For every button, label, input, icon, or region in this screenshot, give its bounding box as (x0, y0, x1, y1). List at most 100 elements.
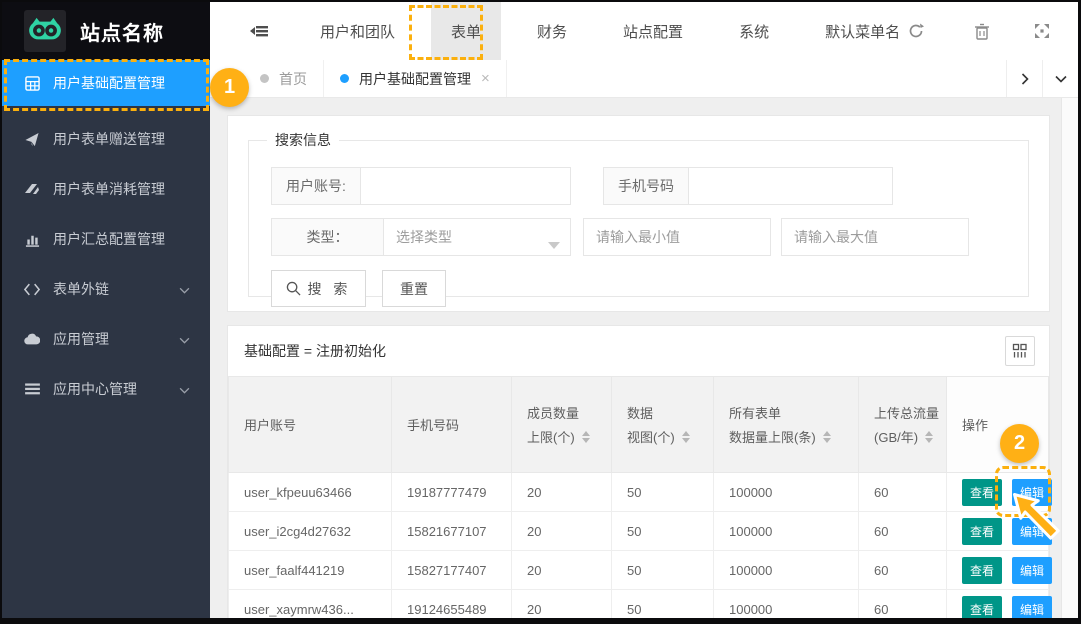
cloud-icon (24, 331, 40, 347)
table-cell: user_kfpeuu63466 (229, 473, 392, 512)
tab-1[interactable]: 用户基础配置管理 × (324, 60, 507, 97)
chevron-down-icon[interactable] (1042, 60, 1078, 97)
list-icon (24, 381, 40, 397)
sidebar-item-6[interactable]: 应用中心管理 (2, 364, 210, 414)
table-cell: 19124655489 (392, 590, 512, 624)
nav-item-2[interactable]: 财务 (517, 2, 587, 60)
table-body: user_kfpeuu6346619187777479205010000060查… (229, 473, 1049, 624)
column-header-5[interactable]: 上传总流量(GB/年) (859, 377, 947, 473)
account-input[interactable] (361, 168, 570, 204)
sort-icon[interactable] (582, 431, 590, 443)
collapse-menu-icon[interactable] (210, 2, 292, 60)
view-button[interactable]: 查看 (962, 479, 1002, 506)
search-row-2: 类型： 选择类型 (271, 218, 1014, 256)
nav-item-0[interactable]: 用户和团队 (300, 2, 415, 60)
column-header-1: 手机号码 (392, 377, 512, 473)
nav-item-4[interactable]: 系统 (719, 2, 789, 60)
table-cell: 100000 (714, 551, 859, 590)
table-row-3: user_xaymrw436...19124655489205010000060… (229, 590, 1049, 624)
type-group: 类型： 选择类型 (271, 218, 571, 256)
user-menu[interactable]: admin (1072, 2, 1081, 60)
table-row-2: user_faalf44121915827177407205010000060查… (229, 551, 1049, 590)
edit-button[interactable]: 编辑 (1012, 557, 1052, 584)
column-header-4[interactable]: 所有表单数据量上限(条) (714, 377, 859, 473)
account-label: 用户账号: (272, 168, 361, 204)
search-row-1: 用户账号: 手机号码 (271, 167, 1014, 205)
chevron-right-icon[interactable] (1006, 60, 1042, 97)
table-row-0: user_kfpeuu6346619187777479205010000060查… (229, 473, 1049, 512)
table-cell: 20 (512, 512, 612, 551)
table-head: 用户账号手机号码成员数量上限(个)数据视图(个)所有表单数据量上限(条)上传总流… (229, 377, 1049, 473)
close-icon[interactable]: × (481, 70, 490, 87)
refresh-icon[interactable] (908, 23, 924, 39)
chevron-down-icon (179, 381, 190, 397)
view-button[interactable]: 查看 (962, 557, 1002, 584)
min-value-input[interactable] (583, 218, 771, 256)
sidebar-item-5[interactable]: 应用管理 (2, 314, 210, 364)
fullscreen-icon[interactable] (1012, 2, 1072, 60)
grid-icon (24, 75, 40, 91)
chevron-down-icon (179, 281, 190, 297)
column-settings-icon (1012, 343, 1028, 359)
nav-item-3[interactable]: 站点配置 (603, 2, 703, 60)
type-label: 类型： (272, 219, 384, 255)
tab-0[interactable]: 首页 (244, 60, 324, 97)
table-cell: 100000 (714, 473, 859, 512)
type-select-value: 选择类型 (396, 227, 452, 247)
app-window: 站点名称 用户和团队表单财务站点配置系统默认菜单名admin 用户基础配置管理 … (0, 0, 1081, 624)
table-title: 基础配置 = 注册初始化 (244, 341, 386, 361)
edit-button[interactable]: 编辑 (1012, 479, 1052, 506)
phone-input[interactable] (689, 168, 892, 204)
sort-icon[interactable] (823, 431, 831, 443)
sort-icon[interactable] (682, 431, 690, 443)
table-cell: 60 (859, 590, 947, 624)
search-button[interactable]: 搜 索 (271, 270, 366, 307)
sidebar-item-4[interactable]: 表单外链 (2, 264, 210, 314)
nav-item-5[interactable]: 默认菜单名 (805, 2, 944, 60)
max-value-input[interactable] (781, 218, 969, 256)
tab-bar: 首页 用户基础配置管理 × (210, 60, 1078, 98)
sidebar-item-0[interactable]: 用户基础配置管理 (2, 60, 210, 106)
table-cell: 100000 (714, 512, 859, 551)
sidebar-item-3[interactable]: 用户汇总配置管理 (2, 214, 210, 264)
scrollbar-track[interactable] (1061, 98, 1078, 618)
sort-icon[interactable] (925, 431, 933, 443)
top-nav: 用户和团队表单财务站点配置系统默认菜单名 admin (210, 2, 1081, 60)
view-button[interactable]: 查看 (962, 596, 1002, 623)
main-content: 搜索信息 用户账号: 手机号码 类型： 选择类型 (210, 98, 1078, 618)
sidebar-item-2[interactable]: 用户表单消耗管理 (2, 164, 210, 214)
tab-status-dot (260, 74, 269, 83)
tab-bar-lead (210, 60, 244, 97)
table-cell: 60 (859, 473, 947, 512)
table-cell: 15827177407 (392, 551, 512, 590)
edit-button[interactable]: 编辑 (1012, 596, 1052, 623)
table-cell: 20 (512, 551, 612, 590)
chevron-down-icon (179, 331, 190, 347)
code-icon (24, 281, 40, 297)
column-header-3[interactable]: 数据视图(个) (612, 377, 714, 473)
tabs: 首页 用户基础配置管理 × (244, 60, 507, 97)
column-header-0: 用户账号 (229, 377, 392, 473)
table-cell: 50 (612, 590, 714, 624)
edit-button[interactable]: 编辑 (1012, 518, 1052, 545)
table-cell: 19187777479 (392, 473, 512, 512)
trash-icon[interactable] (952, 2, 1012, 60)
nav-item-1[interactable]: 表单 (431, 2, 501, 60)
tab-status-dot (340, 74, 349, 83)
reset-button[interactable]: 重置 (382, 270, 446, 307)
search-fieldset: 搜索信息 用户账号: 手机号码 类型： 选择类型 (248, 130, 1029, 297)
search-legend: 搜索信息 (267, 130, 339, 150)
table-cell: 20 (512, 590, 612, 624)
phone-group: 手机号码 (603, 167, 893, 205)
column-settings-button[interactable] (1005, 336, 1035, 366)
view-button[interactable]: 查看 (962, 518, 1002, 545)
sidebar-item-1[interactable]: 用户表单赠送管理 (2, 114, 210, 164)
phone-label: 手机号码 (604, 168, 689, 204)
top-header: 站点名称 用户和团队表单财务站点配置系统默认菜单名admin (2, 2, 1078, 60)
column-header-6: 操作 (947, 377, 1049, 473)
type-select[interactable]: 选择类型 (384, 219, 570, 255)
column-header-2[interactable]: 成员数量上限(个) (512, 377, 612, 473)
eraser-icon (24, 181, 40, 197)
table-cell: user_xaymrw436... (229, 590, 392, 624)
config-table: 用户账号手机号码成员数量上限(个)数据视图(个)所有表单数据量上限(条)上传总流… (228, 376, 1049, 624)
